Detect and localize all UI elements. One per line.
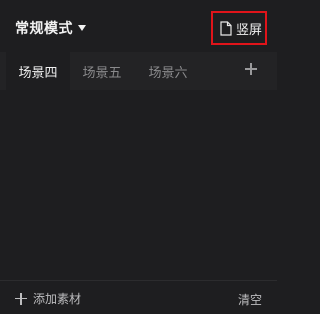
orientation-toggle-button[interactable]: 竖屏 [211, 11, 267, 45]
panel-header: 常规模式 竖屏 [0, 0, 277, 52]
tab-scene-6[interactable]: 场景六 [137, 52, 199, 90]
tab-scene-4[interactable]: 场景四 [6, 52, 70, 90]
add-material-label: 添加素材 [33, 292, 82, 306]
mode-label: 常规模式 [15, 21, 73, 37]
caret-down-icon [78, 25, 86, 31]
add-material-button[interactable]: 添加素材 [15, 290, 81, 307]
plus-icon [15, 292, 27, 305]
mode-dropdown[interactable]: 常规模式 [15, 17, 86, 39]
scene-panel: 常规模式 竖屏 场景四 场景五 场景六 添加素材 清空 [0, 0, 277, 314]
tab-scene-5[interactable]: 场景五 [72, 52, 132, 90]
scene-content-area [0, 90, 277, 280]
portrait-page-icon [220, 20, 232, 36]
scene-tab-bar: 场景四 场景五 场景六 [0, 52, 277, 90]
orientation-label: 竖屏 [236, 22, 263, 38]
add-scene-plus-icon[interactable] [242, 60, 260, 78]
clear-button[interactable]: 清空 [238, 291, 262, 308]
panel-footer: 添加素材 清空 [0, 280, 277, 314]
